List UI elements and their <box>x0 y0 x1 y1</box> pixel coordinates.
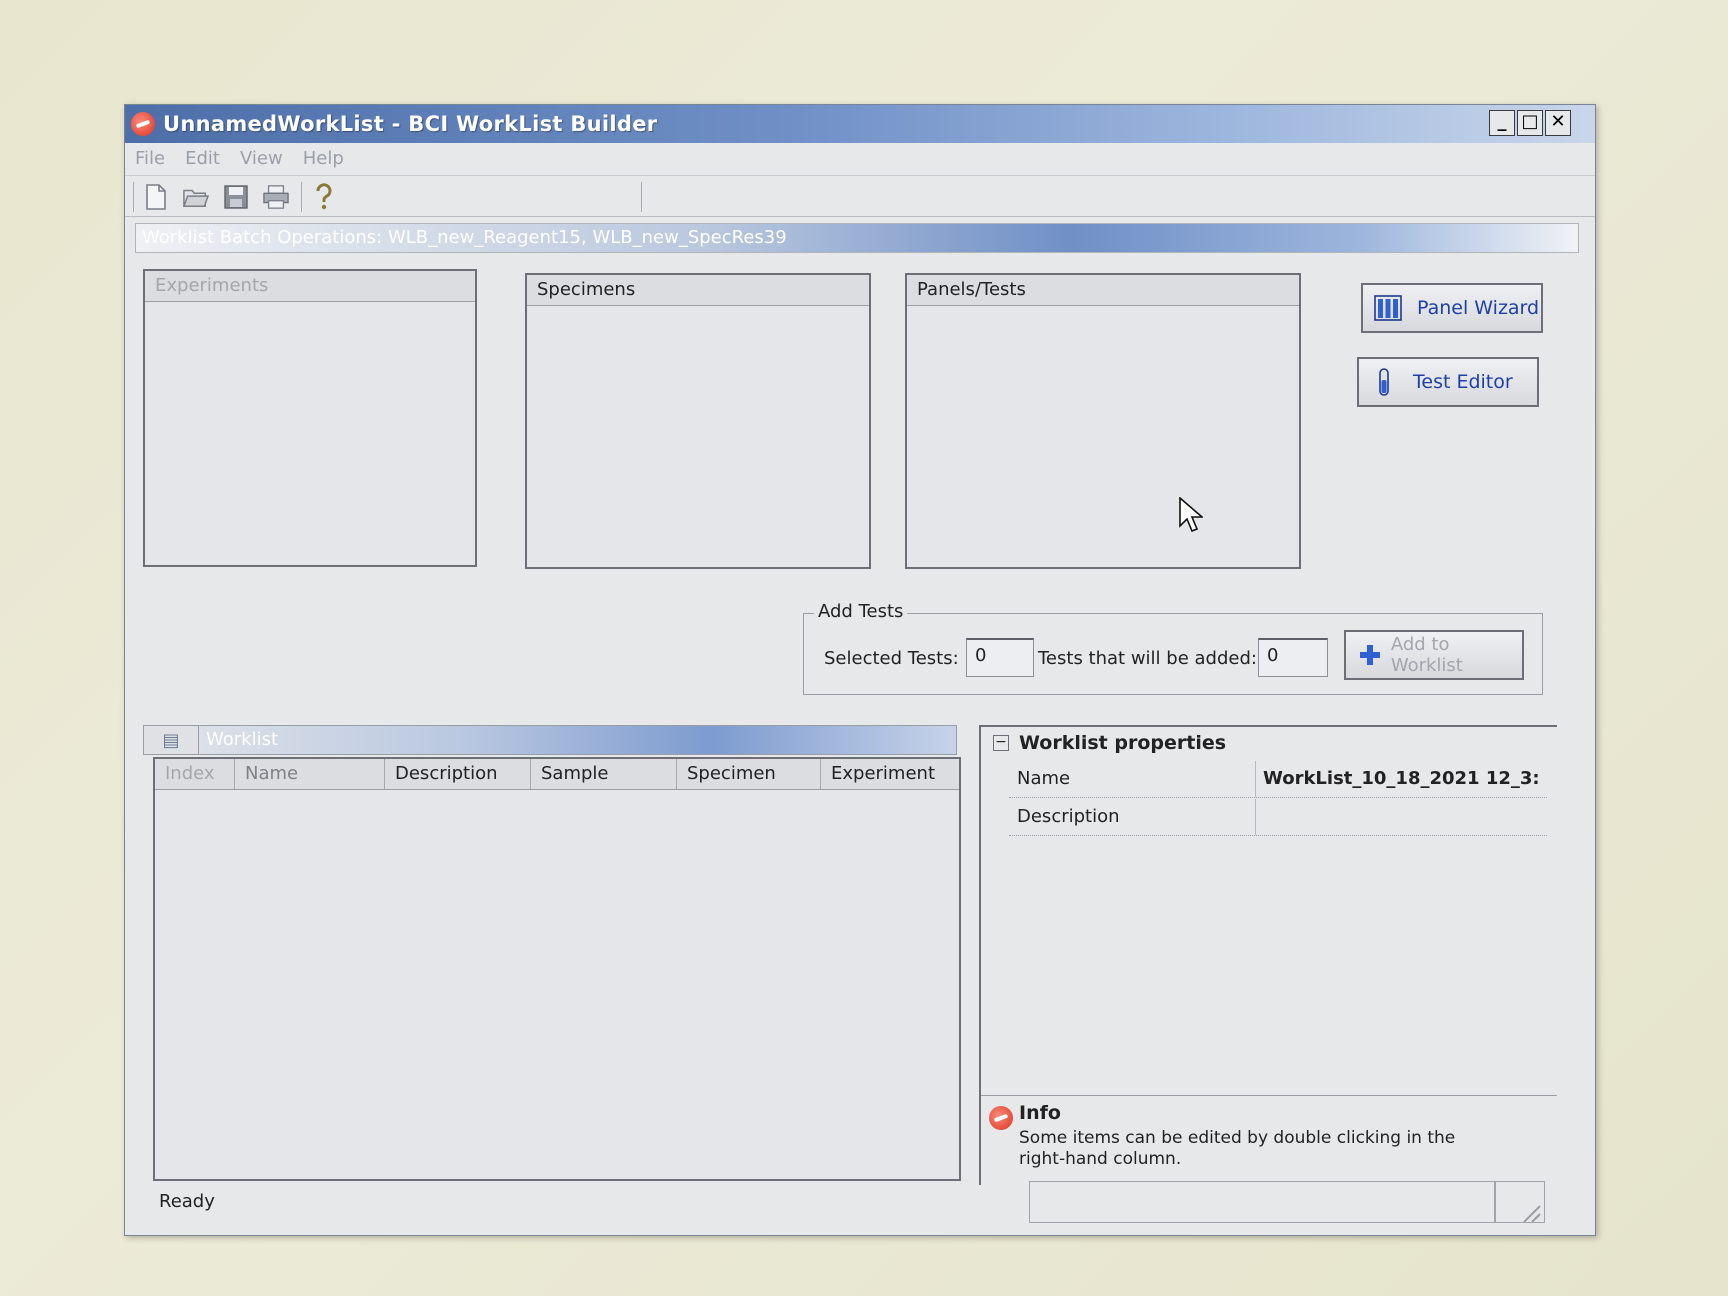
resize-grip-icon[interactable] <box>1495 1181 1545 1223</box>
panels-tests-list[interactable]: Panels/Tests <box>905 273 1301 569</box>
menu-help[interactable]: Help <box>303 148 344 169</box>
test-editor-button[interactable]: Test Editor <box>1357 357 1539 407</box>
experiments-header: Experiments <box>145 271 475 302</box>
toolbar-separator <box>301 182 302 212</box>
property-key: Description <box>1017 806 1120 827</box>
menu-file[interactable]: File <box>135 148 165 169</box>
mouse-pointer-icon <box>1179 496 1205 533</box>
experiments-list[interactable]: Experiments <box>143 269 477 567</box>
info-title: Info <box>1019 1102 1061 1124</box>
specimens-list[interactable]: Specimens <box>525 273 871 569</box>
toolbar <box>125 175 1595 217</box>
property-row-name[interactable]: Name WorkList_10_18_2021 12_3: <box>1009 761 1547 798</box>
selected-tests-field[interactable]: 0 <box>966 638 1034 677</box>
property-key: Name <box>1017 768 1071 789</box>
collapse-icon[interactable]: − <box>993 735 1009 751</box>
property-row-description[interactable]: Description <box>1009 799 1547 836</box>
app-logo-icon <box>131 112 155 136</box>
column-index[interactable]: Index <box>155 759 235 789</box>
toolbar-separator <box>133 182 134 212</box>
add-to-worklist-label: Add to Worklist <box>1390 634 1463 676</box>
worklist-column-headers: Index Name Description Sample Specimen E… <box>155 759 959 790</box>
minimize-button[interactable]: _ <box>1489 110 1515 136</box>
column-experiment[interactable]: Experiment <box>821 759 959 789</box>
title-bar[interactable]: UnnamedWorkList - BCI WorkList Builder _… <box>125 105 1595 143</box>
tests-to-add-field[interactable]: 0 <box>1258 638 1328 677</box>
worklist-title: Worklist <box>206 729 279 750</box>
add-tests-group: Add Tests Selected Tests: 0 Tests that w… <box>803 601 1543 695</box>
help-icon[interactable] <box>311 183 337 210</box>
maximize-button[interactable]: □ <box>1517 110 1543 136</box>
save-icon[interactable] <box>223 184 249 210</box>
tests-to-add-label: Tests that will be added: <box>1038 648 1257 669</box>
property-divider <box>1255 799 1256 835</box>
panels-tests-header: Panels/Tests <box>907 275 1299 306</box>
batch-operations-header: Worklist Batch Operations: WLB_new_Reage… <box>135 223 1579 253</box>
info-panel: Info Some items can be edited by double … <box>981 1095 1557 1181</box>
panel-wizard-button[interactable]: Panel Wizard <box>1361 283 1543 333</box>
test-editor-label: Test Editor <box>1413 371 1513 393</box>
add-tests-legend: Add Tests <box>814 601 908 622</box>
properties-header: − Worklist properties <box>981 727 1557 759</box>
selected-tests-label: Selected Tests: <box>824 648 959 669</box>
open-folder-icon[interactable] <box>183 184 209 210</box>
app-window: UnnamedWorkList - BCI WorkList Builder _… <box>124 104 1596 1236</box>
print-icon[interactable] <box>263 184 289 210</box>
worklist-icon[interactable]: ▤ <box>144 726 199 754</box>
menu-edit[interactable]: Edit <box>185 148 220 169</box>
window-title: UnnamedWorkList - BCI WorkList Builder <box>163 112 658 136</box>
new-file-icon[interactable] <box>143 184 169 210</box>
add-to-worklist-button[interactable]: Add to Worklist <box>1344 630 1524 680</box>
column-sample[interactable]: Sample <box>531 759 677 789</box>
status-text: Ready <box>159 1191 215 1212</box>
menu-view[interactable]: View <box>240 148 283 169</box>
info-icon <box>989 1106 1013 1130</box>
worklist-header: ▤ Worklist <box>143 725 957 755</box>
column-description[interactable]: Description <box>385 759 531 789</box>
info-text: Some items can be edited by double click… <box>1019 1128 1456 1169</box>
panel-wizard-label: Panel Wizard <box>1417 297 1540 319</box>
properties-title: Worklist properties <box>1019 732 1227 754</box>
column-specimen[interactable]: Specimen <box>677 759 821 789</box>
test-tube-icon <box>1369 367 1399 397</box>
plus-icon <box>1356 640 1385 670</box>
panel-wizard-icon <box>1373 293 1403 323</box>
specimens-header: Specimens <box>527 275 869 306</box>
worklist-grid[interactable]: Index Name Description Sample Specimen E… <box>153 757 961 1181</box>
close-button[interactable]: ✕ <box>1545 110 1571 136</box>
property-divider <box>1255 761 1256 797</box>
status-panel <box>1029 1181 1495 1223</box>
toolbar-separator <box>641 182 642 212</box>
menu-bar: File Edit View Help <box>125 143 1595 173</box>
property-value[interactable]: WorkList_10_18_2021 12_3: <box>1263 761 1547 797</box>
column-name[interactable]: Name <box>235 759 385 789</box>
